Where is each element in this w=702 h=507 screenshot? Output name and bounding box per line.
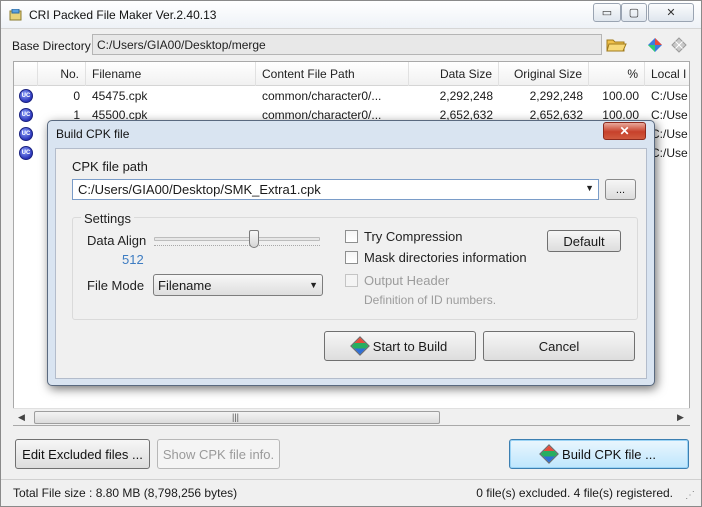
build-cpk-dialog: Build CPK file ✕ CPK file path C:/Users/…	[47, 120, 655, 386]
col-data-size[interactable]: Data Size	[409, 62, 499, 86]
grid-view-icon[interactable]	[671, 37, 687, 53]
scroll-left-arrow-icon[interactable]: ◀	[18, 412, 25, 423]
data-align-slider-thumb[interactable]	[248, 230, 259, 248]
scroll-right-arrow-icon[interactable]: ▶	[677, 412, 684, 423]
window-title: CRI Packed File Maker Ver.2.40.13	[29, 8, 217, 22]
title-bar: CRI Packed File Maker Ver.2.40.13 ▭ ▢ ✕	[1, 1, 701, 29]
cpk-path-combo[interactable]: C:/Users/GIA00/Desktop/SMK_Extra1.cpk ▼	[72, 179, 599, 200]
start-to-build-label: Start to Build	[372, 338, 448, 354]
default-button[interactable]: Default	[547, 230, 621, 252]
start-to-build-button[interactable]: Start to Build	[324, 331, 476, 361]
build-cpk-button[interactable]: Build CPK file ...	[509, 439, 689, 469]
data-align-slider-track[interactable]	[154, 237, 320, 241]
cpk-file-icon: UC	[19, 89, 33, 103]
cpk-path-label: CPK file path	[72, 159, 148, 174]
slider-ticks	[154, 245, 320, 248]
cancel-label: Cancel	[538, 338, 580, 354]
edit-excluded-button[interactable]: Edit Excluded files ...	[15, 439, 150, 469]
open-folder-icon[interactable]	[605, 33, 627, 55]
mask-dirs-label: Mask directories information	[364, 250, 527, 265]
output-header-label: Output Header	[364, 273, 450, 288]
base-directory-row: Base Directory C:/Users/GIA00/Desktop/me…	[1, 29, 701, 59]
total-size-status: Total File size : 8.80 MB (8,798,256 byt…	[13, 486, 238, 500]
output-header-sub-label: Definition of ID numbers.	[364, 293, 497, 307]
edit-excluded-label: Edit Excluded files ...	[22, 446, 143, 462]
build-settings-icon[interactable]	[647, 37, 663, 53]
col-original-size[interactable]: Original Size	[499, 62, 589, 86]
base-directory-label: Base Directory	[12, 39, 91, 53]
dialog-body: CPK file path C:/Users/GIA00/Desktop/SMK…	[55, 148, 647, 379]
horizontal-scrollbar[interactable]: ◀ ||| ▶	[13, 408, 690, 425]
col-percent[interactable]: %	[589, 62, 645, 86]
cell-local: C:/Use	[651, 89, 688, 103]
col-local[interactable]: Local I	[645, 62, 689, 86]
base-directory-field[interactable]: C:/Users/GIA00/Desktop/merge	[92, 34, 602, 55]
settings-label: Settings	[81, 211, 134, 226]
scroll-grip: |||	[232, 412, 240, 422]
show-cpk-info-button[interactable]: Show CPK file info.	[157, 439, 280, 469]
cell-no: 0	[73, 89, 80, 103]
show-cpk-info-label: Show CPK file info.	[162, 446, 275, 462]
browse-button[interactable]: ...	[605, 179, 636, 200]
scroll-thumb[interactable]: |||	[34, 411, 440, 424]
minimize-button[interactable]: ▭	[593, 3, 621, 22]
file-mode-label: File Mode	[87, 278, 145, 293]
chevron-down-icon[interactable]: ▼	[309, 280, 318, 290]
mask-dirs-checkbox[interactable]	[345, 251, 358, 264]
app-icon	[9, 9, 22, 21]
dialog-title: Build CPK file	[56, 127, 130, 141]
build-icon	[539, 444, 559, 464]
cell-percent: 100.00	[602, 89, 639, 103]
cell-filename: 45475.cpk	[92, 89, 148, 103]
data-align-value: 512	[122, 252, 144, 267]
build-icon	[349, 336, 370, 356]
table-row[interactable]: UC 0 45475.cpk common/character0/... 2,2…	[14, 87, 689, 106]
output-header-checkbox[interactable]	[345, 274, 358, 287]
list-header: No. Filename Content File Path Data Size…	[14, 62, 689, 86]
col-no[interactable]: No.	[38, 62, 86, 86]
maximize-button[interactable]: ▢	[621, 3, 647, 22]
try-compression-label: Try Compression	[364, 229, 463, 244]
cpk-file-icon: UC	[19, 108, 33, 122]
resize-grip-icon[interactable]: ⋰	[685, 491, 697, 503]
chevron-down-icon[interactable]: ▼	[585, 183, 594, 193]
try-compression-checkbox[interactable]	[345, 230, 358, 243]
close-window-button[interactable]: ✕	[648, 3, 694, 22]
cell-original-size: 2,292,248	[529, 89, 583, 103]
cpk-path-value: C:/Users/GIA00/Desktop/SMK_Extra1.cpk	[78, 182, 321, 197]
col-content-path[interactable]: Content File Path	[256, 62, 409, 86]
file-mode-value: Filename	[158, 278, 212, 293]
cpk-file-icon: UC	[19, 127, 33, 141]
data-align-label: Data Align	[87, 233, 147, 248]
col-icon[interactable]	[14, 62, 38, 86]
status-bar: Total File size : 8.80 MB (8,798,256 byt…	[1, 479, 701, 506]
file-mode-select[interactable]: Filename ▼	[153, 274, 323, 296]
cell-data-size: 2,292,248	[439, 89, 493, 103]
cpk-file-icon: UC	[19, 146, 33, 160]
cancel-button[interactable]: Cancel	[483, 331, 635, 361]
cell-path: common/character0/...	[262, 89, 382, 103]
files-summary-status: 0 file(s) excluded. 4 file(s) registered…	[476, 486, 673, 500]
dialog-close-button[interactable]: ✕	[603, 122, 646, 140]
col-filename[interactable]: Filename	[86, 62, 256, 86]
build-cpk-label: Build CPK file ...	[562, 446, 656, 462]
